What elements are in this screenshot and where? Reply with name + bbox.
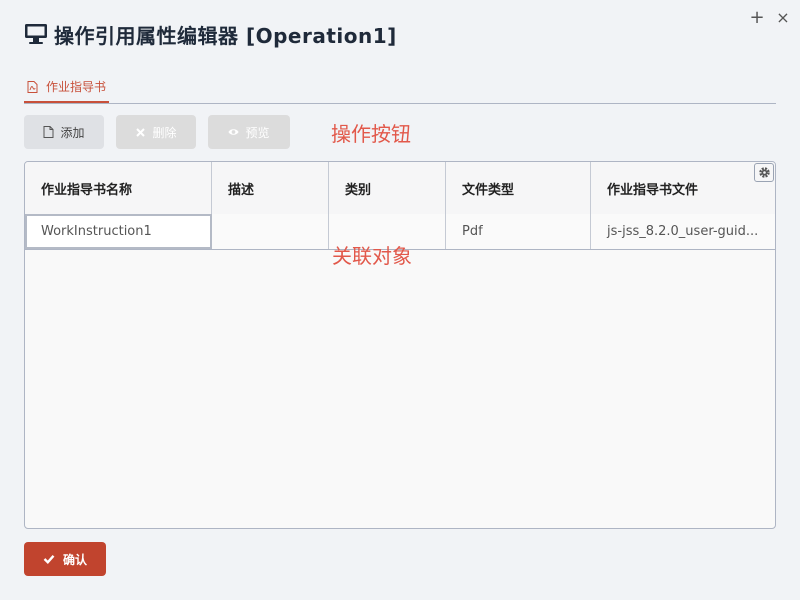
- eye-icon: [228, 129, 240, 135]
- add-button[interactable]: 添加: [24, 115, 104, 149]
- table-header: 作业指导书名称 描述 类别 文件类型 作业指导书文件: [25, 162, 775, 215]
- dialog-title-bar: 操作引用属性编辑器 [Operation1]: [24, 20, 397, 48]
- dialog-title: 操作引用属性编辑器 [Operation1]: [54, 23, 397, 48]
- monitor-icon: [25, 24, 47, 44]
- gear-icon: [758, 167, 770, 178]
- toolbar: 添加 删除 预览: [24, 115, 302, 149]
- close-button[interactable]: ×: [774, 9, 792, 27]
- preview-button-label: 预览: [245, 125, 270, 140]
- column-header-description[interactable]: 描述: [212, 162, 329, 214]
- annotation-related-objects: 关联对象: [332, 244, 412, 268]
- tab-work-instruction[interactable]: 作业指导书: [24, 72, 110, 103]
- confirm-button-label: 确认: [62, 552, 87, 567]
- column-header-name[interactable]: 作业指导书名称: [25, 162, 212, 214]
- column-header-file-type[interactable]: 文件类型: [446, 162, 591, 214]
- cell-name-input[interactable]: WorkInstruction1: [25, 214, 212, 249]
- delete-button[interactable]: 删除: [116, 115, 196, 149]
- column-header-category[interactable]: 类别: [329, 162, 446, 214]
- cell-description[interactable]: [212, 214, 329, 249]
- column-settings-button[interactable]: [754, 163, 774, 182]
- preview-button[interactable]: 预览: [208, 115, 290, 149]
- file-icon: [43, 126, 54, 138]
- pdf-file-icon: [27, 80, 38, 93]
- confirm-button[interactable]: 确认: [24, 542, 106, 576]
- add-button-label: 添加: [60, 125, 85, 140]
- annotation-operation-buttons: 操作按钮: [331, 122, 411, 146]
- delete-x-icon: [136, 128, 146, 137]
- maximize-button[interactable]: +: [748, 9, 766, 27]
- tab-label: 作业指导书: [46, 80, 107, 94]
- tab-bar: 作业指导书: [24, 72, 776, 104]
- column-header-file[interactable]: 作业指导书文件: [591, 162, 775, 214]
- cell-file[interactable]: js-jss_8.2.0_user-guid...: [591, 214, 775, 249]
- work-instruction-table: 作业指导书名称 描述 类别 文件类型 作业指导书文件 WorkInstructi…: [24, 161, 776, 529]
- check-icon: [43, 555, 55, 565]
- cell-file-type[interactable]: Pdf: [446, 214, 591, 249]
- delete-button-label: 删除: [152, 125, 177, 140]
